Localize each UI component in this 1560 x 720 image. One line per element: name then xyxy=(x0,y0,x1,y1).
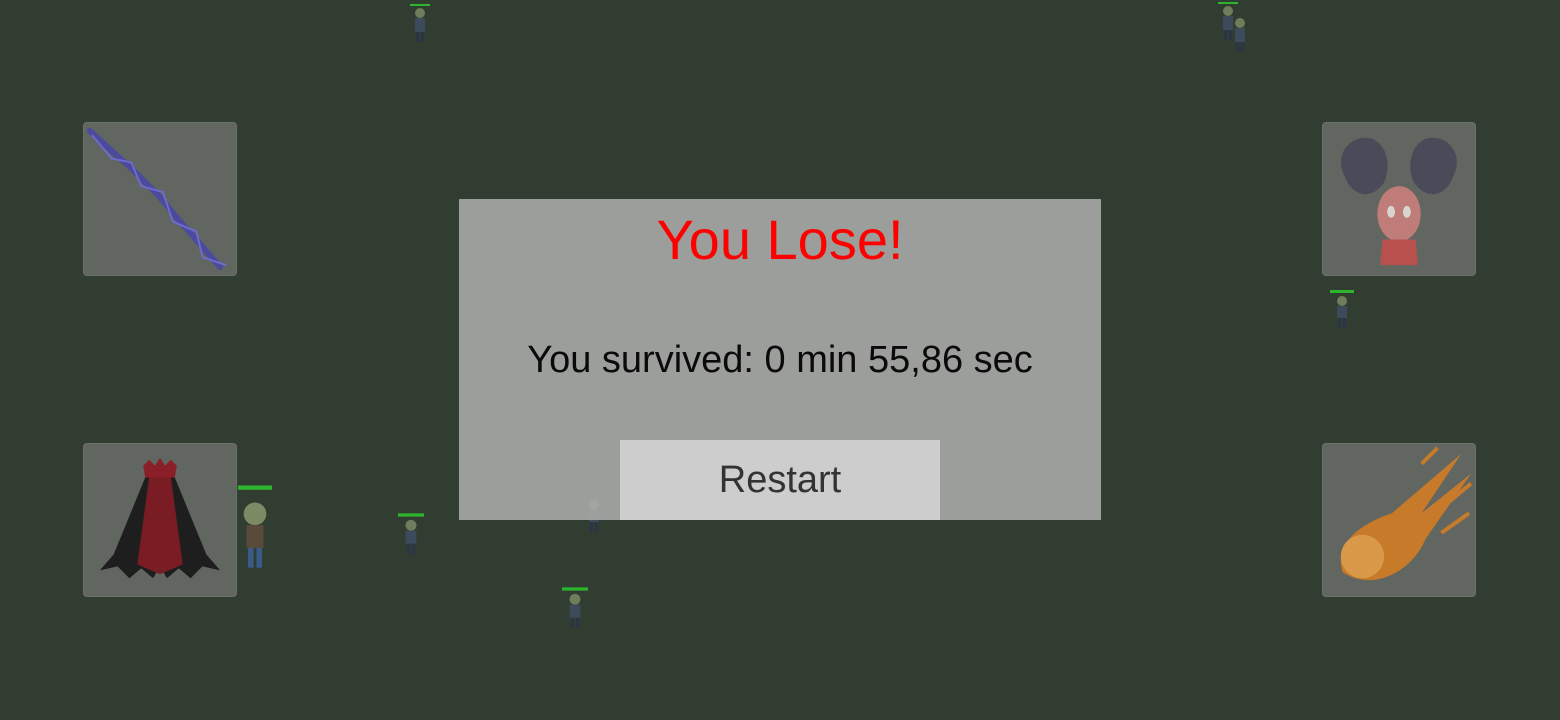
zombie-sprite xyxy=(408,4,432,44)
survival-time-text: You survived: 0 min 55,86 sec xyxy=(527,339,1033,381)
game-over-title: You Lose! xyxy=(656,208,904,271)
zombie-sprite xyxy=(1330,290,1354,330)
restart-button[interactable]: Restart xyxy=(620,440,940,520)
vampire-cape-icon[interactable] xyxy=(83,443,237,597)
zombie-sprite xyxy=(1228,14,1252,54)
zombie-sprite xyxy=(562,586,588,632)
zombie-sprite xyxy=(398,512,424,558)
zombie-sprite xyxy=(238,482,272,574)
meteor-icon[interactable] xyxy=(1322,443,1476,597)
game-canvas: You Lose! You survived: 0 min 55,86 sec … xyxy=(0,0,1560,720)
